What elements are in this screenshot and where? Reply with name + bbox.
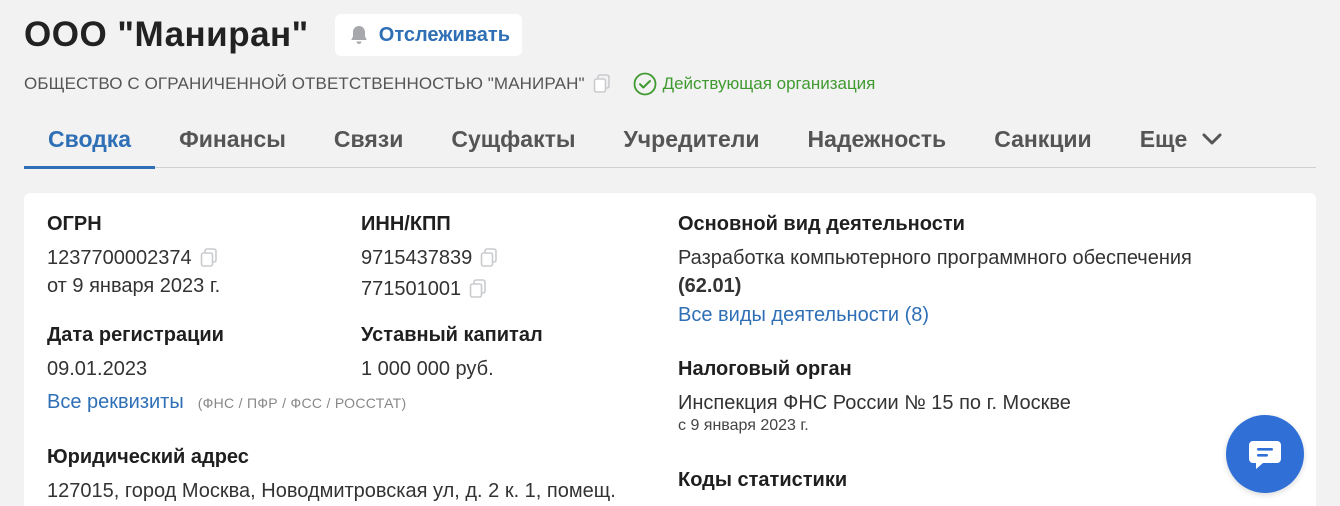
tab-more-label: Еще [1139, 125, 1188, 152]
inn-kpp-field: ИНН/КПП 9715437839 771501001 [361, 213, 498, 303]
tab-more[interactable]: Еще [1116, 110, 1248, 168]
tab-founders[interactable]: Учредители [600, 110, 784, 168]
summary-card: ОГРН 1237700002374 от 9 января 2023 г. И… [24, 193, 1316, 506]
inn-value: 9715437839 [361, 247, 473, 269]
all-requisites-link[interactable]: Все реквизиты [47, 391, 184, 414]
kpp-value: 771501001 [361, 278, 462, 300]
capital-value: 1 000 000 руб. [361, 358, 494, 380]
follow-label: Отслеживать [378, 23, 511, 46]
bell-icon [350, 26, 367, 44]
copy-icon[interactable] [200, 248, 218, 268]
subtitle-row: ОБЩЕСТВО С ОГРАНИЧЕННОЙ ОТВЕТСТВЕННОСТЬЮ… [24, 72, 875, 96]
activity-field: Основной вид деятельности Разработка ком… [678, 213, 1278, 330]
capital-label: Уставный капитал [361, 324, 543, 346]
tab-bar: Сводка Финансы Связи Сущфакты Учредители… [24, 110, 1316, 169]
chevron-down-icon [1202, 133, 1222, 145]
tab-connections[interactable]: Связи [310, 110, 427, 168]
copy-icon[interactable] [469, 279, 487, 299]
tab-summary[interactable]: Сводка [24, 110, 156, 169]
ogrn-value: 1237700002374 [47, 247, 192, 269]
all-activities-link[interactable]: Все виды деятельности (8) [678, 300, 1278, 330]
address-field: Юридический адрес 127015, город Москва, … [47, 446, 616, 505]
chat-icon [1249, 441, 1281, 469]
tax-since: с 9 января 2023 г. [678, 417, 809, 434]
copy-icon[interactable] [593, 74, 611, 94]
status-badge: Действующая организация [633, 72, 876, 96]
requisites-sources: (ФНС / ПФР / ФСС / РОССТАТ) [197, 395, 407, 411]
activity-code: (62.01) [678, 275, 742, 297]
check-circle-icon [633, 72, 656, 96]
activity-value: Разработка компьютерного программного об… [678, 247, 1192, 269]
capital-field: Уставный капитал 1 000 000 руб. [361, 324, 543, 383]
requisites-row: Все реквизиты (ФНС / ПФР / ФСС / РОССТАТ… [47, 391, 406, 414]
status-label: Действующая организация [662, 74, 876, 93]
ogrn-field: ОГРН 1237700002374 от 9 января 2023 г. [47, 213, 220, 300]
reg-date-value: 09.01.2023 [47, 358, 148, 380]
stats-label: Коды статистики [678, 469, 848, 491]
tab-finance[interactable]: Финансы [155, 110, 310, 168]
page: ООО "Маниран" Отслеживать ОБЩЕСТВО С ОГР… [0, 0, 1340, 506]
activity-label: Основной вид деятельности [678, 213, 965, 235]
reg-date-field: Дата регистрации 09.01.2023 [47, 324, 224, 383]
company-title: ООО "Маниран" [24, 15, 309, 54]
tax-value: Инспекция ФНС России № 15 по г. Москве [678, 392, 1071, 414]
tax-label: Налоговый орган [678, 358, 852, 380]
address-label: Юридический адрес [47, 446, 249, 468]
copy-icon[interactable] [480, 248, 498, 268]
follow-button[interactable]: Отслеживать [334, 14, 523, 56]
tab-reliability[interactable]: Надежность [784, 110, 971, 168]
reg-date-label: Дата регистрации [47, 324, 224, 346]
address-value: 127015, город Москва, Новодмитровская ул… [47, 480, 616, 502]
ogrn-date: от 9 января 2023 г. [47, 275, 221, 297]
ogrn-label: ОГРН [47, 213, 102, 235]
company-full-name: ОБЩЕСТВО С ОГРАНИЧЕННОЙ ОТВЕТСТВЕННОСТЬЮ… [24, 74, 585, 93]
tax-field: Налоговый орган Инспекция ФНС России № 1… [678, 358, 1278, 435]
chat-button[interactable] [1226, 415, 1304, 493]
title-row: ООО "Маниран" Отслеживать [24, 14, 523, 56]
stats-field: Коды статистики [678, 469, 847, 492]
inn-kpp-label: ИНН/КПП [361, 213, 451, 235]
tab-sanctions[interactable]: Санкции [970, 110, 1116, 168]
tab-facts[interactable]: Сущфакты [427, 110, 599, 168]
